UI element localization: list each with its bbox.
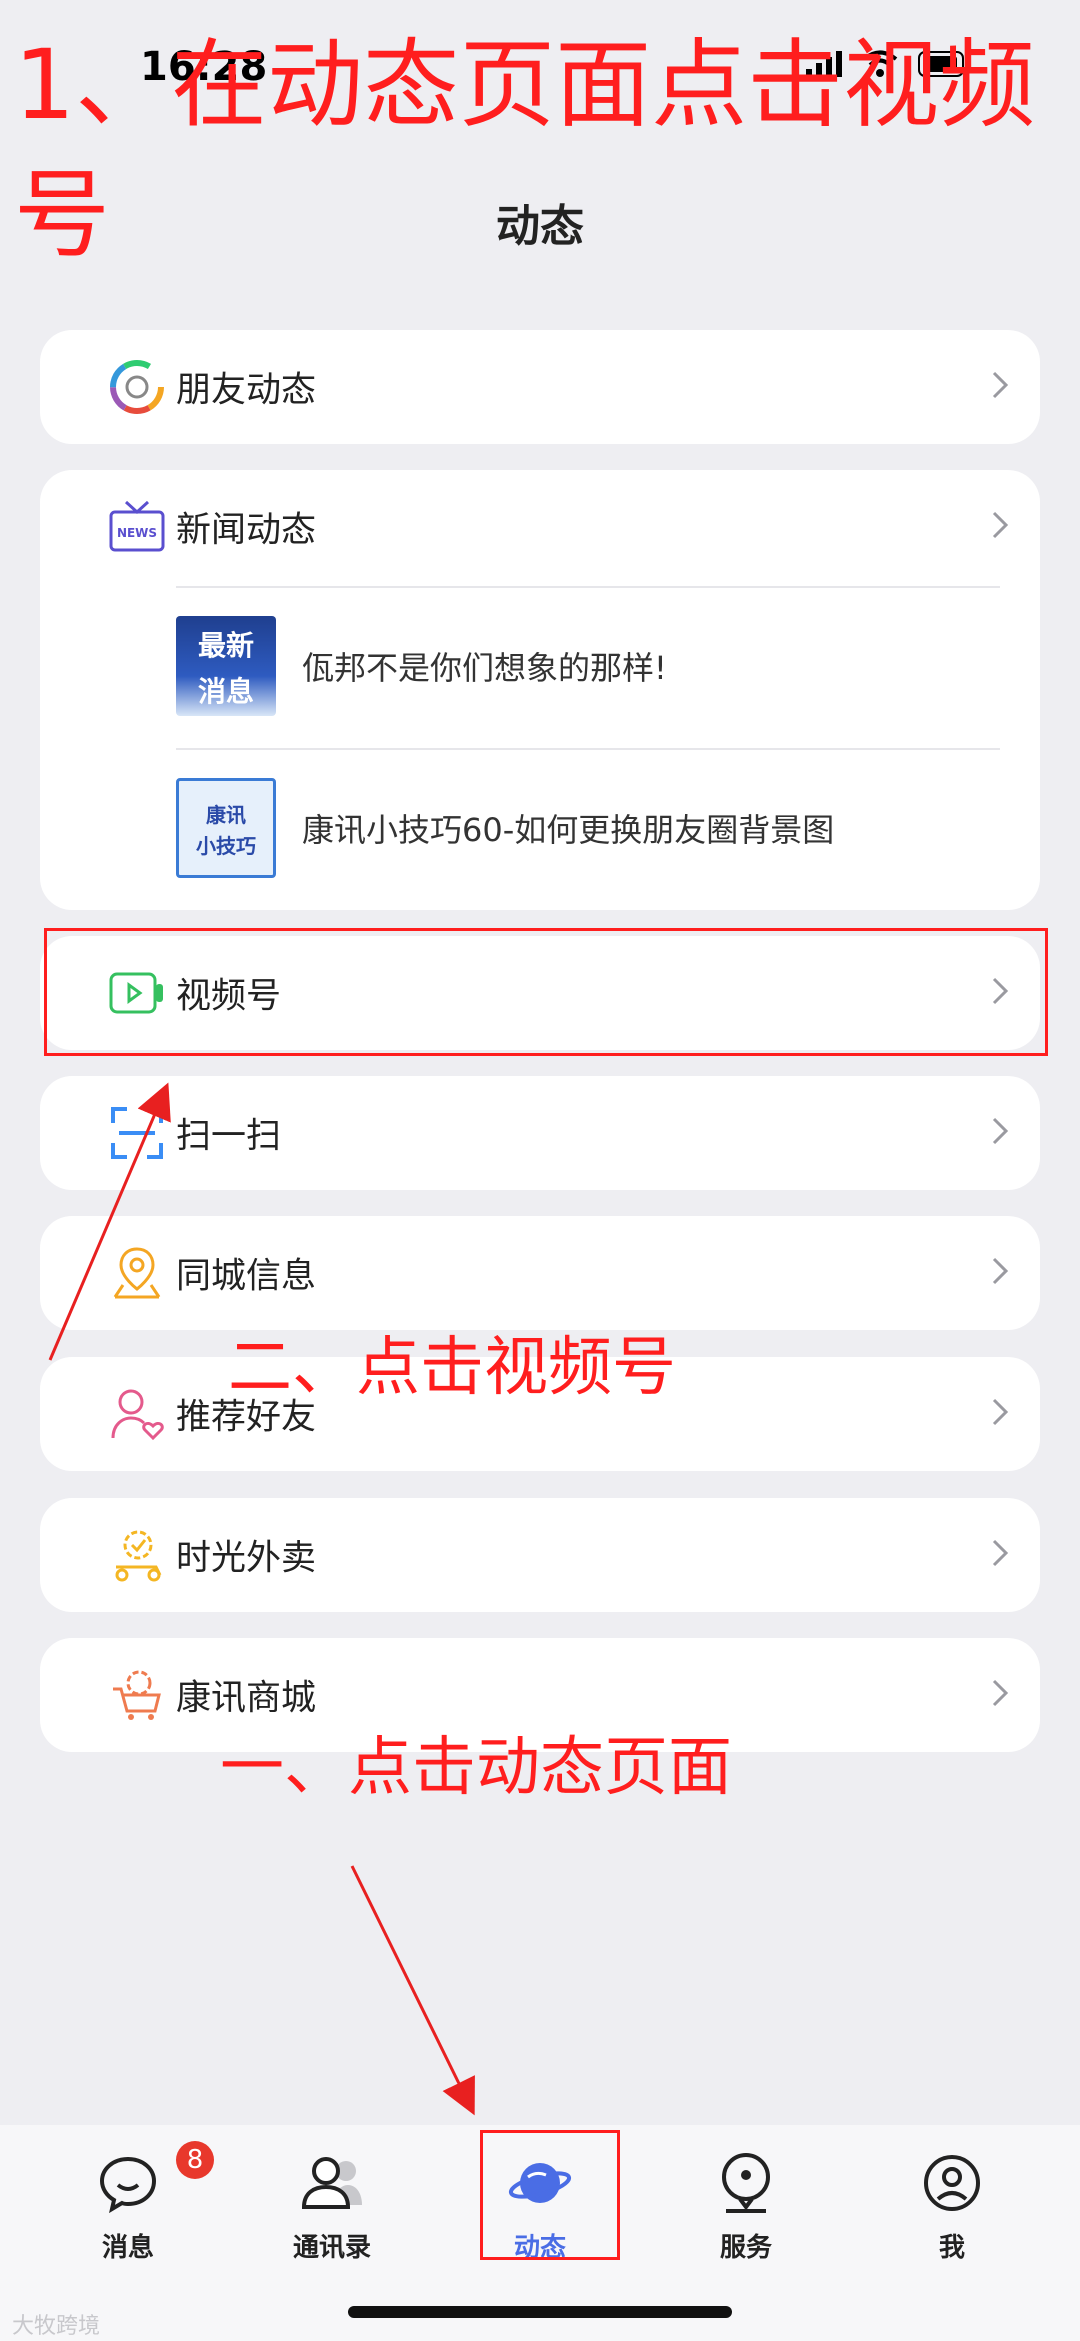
- tv-news-icon: NEWS: [108, 498, 166, 556]
- news-thumbnail: 康讯 小技巧: [176, 778, 276, 878]
- friends-card: 朋友动态: [40, 330, 1040, 444]
- news-title: 佤邦不是你们想象的那样!: [302, 649, 667, 687]
- thumb-text: 小技巧: [196, 834, 256, 858]
- news-card: NEWS 新闻动态 最新 消息 佤邦不是你们想象的那样! 康讯 小技巧 康讯小技…: [40, 470, 1040, 910]
- menu-item-scan[interactable]: 扫一扫: [40, 1076, 1040, 1190]
- chevron-right-icon: [990, 1396, 1010, 1432]
- tab-label: 我: [938, 2233, 965, 2263]
- menu-item-friends[interactable]: 朋友动态: [40, 330, 1040, 444]
- news-item[interactable]: 康讯 小技巧 康讯小技巧60-如何更换朋友圈背景图: [176, 778, 1000, 908]
- menu-label: 新闻动态: [176, 510, 317, 551]
- service-pin-icon: [714, 2151, 778, 2215]
- annotation-text: 号: [14, 159, 110, 271]
- chevron-right-icon: [990, 1537, 1010, 1573]
- aperture-icon: [108, 358, 166, 416]
- svg-text:NEWS: NEWS: [117, 526, 157, 540]
- news-item[interactable]: 最新 消息 佤邦不是你们想象的那样!: [176, 616, 1000, 746]
- thumb-text: 康讯: [206, 803, 246, 827]
- local-info-card: 同城信息: [40, 1216, 1040, 1330]
- location-pin-icon: [108, 1244, 166, 1302]
- annotation-step-title: 1、在动态页面点击视频 号: [14, 20, 1035, 280]
- user-heart-icon: [108, 1385, 166, 1443]
- chevron-right-icon: [990, 369, 1010, 405]
- delivery-scooter-icon: [108, 1526, 166, 1584]
- menu-label: 扫一扫: [176, 1116, 282, 1157]
- chevron-right-icon: [990, 1677, 1010, 1713]
- tab-me[interactable]: 我: [882, 2151, 1022, 2281]
- thumb-text: 最新: [197, 629, 254, 662]
- menu-label: 朋友动态: [176, 370, 317, 411]
- menu-label: 时光外卖: [176, 1538, 317, 1579]
- chevron-right-icon: [990, 1255, 1010, 1291]
- annotation-text: 1、在动态页面点击视频: [14, 29, 1036, 141]
- tab-label: 消息: [101, 2233, 154, 2263]
- arrow-to-moments-tab: [350, 1865, 475, 2116]
- menu-item-local-info[interactable]: 同城信息: [40, 1216, 1040, 1330]
- profile-icon: [920, 2151, 984, 2215]
- tab-label: 服务: [719, 2233, 772, 2263]
- annotation-step-two: 二、点击视频号: [228, 1331, 676, 1405]
- highlight-box-moments-tab: [480, 2130, 620, 2260]
- contacts-icon: [300, 2151, 364, 2215]
- scan-card: 扫一扫: [40, 1076, 1040, 1190]
- food-delivery-card: 时光外卖: [40, 1498, 1040, 1612]
- tab-messages[interactable]: 8 消息: [58, 2141, 214, 2281]
- divider: [176, 586, 1000, 588]
- tab-services[interactable]: 服务: [676, 2151, 816, 2281]
- menu-item-food-delivery[interactable]: 时光外卖: [40, 1498, 1040, 1612]
- highlight-box-channels: [44, 928, 1048, 1056]
- news-thumbnail: 最新 消息: [176, 616, 276, 716]
- chevron-right-icon: [990, 1115, 1010, 1151]
- chat-bubble-icon: 8: [96, 2141, 214, 2215]
- thumb-text: 消息: [197, 675, 254, 708]
- home-indicator[interactable]: [348, 2306, 732, 2318]
- menu-item-news[interactable]: NEWS 新闻动态: [40, 470, 1040, 584]
- tab-label: 通讯录: [292, 2233, 371, 2263]
- divider: [176, 748, 1000, 750]
- shopping-cart-icon: [108, 1666, 166, 1724]
- menu-label: 同城信息: [176, 1256, 317, 1297]
- unread-badge: 8: [176, 2141, 214, 2179]
- watermark: 大牧跨境: [12, 2314, 101, 2339]
- scan-icon: [108, 1104, 166, 1162]
- annotation-step-one: 一、点击动态页面: [220, 1731, 732, 1805]
- chevron-right-icon: [990, 509, 1010, 545]
- news-title: 康讯小技巧60-如何更换朋友圈背景图: [302, 811, 835, 849]
- tab-contacts[interactable]: 通讯录: [262, 2151, 402, 2281]
- menu-label: 康讯商城: [176, 1678, 317, 1719]
